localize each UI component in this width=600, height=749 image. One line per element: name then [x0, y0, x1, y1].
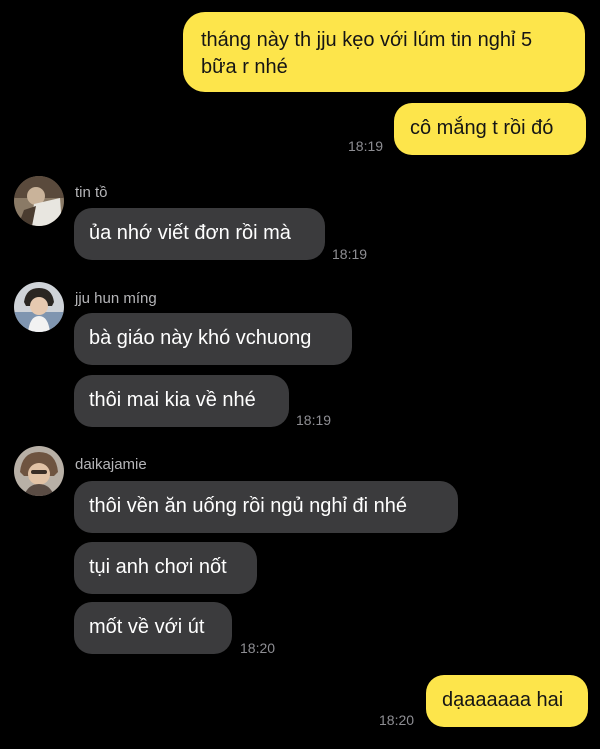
avatar[interactable] [14, 176, 64, 226]
incoming-message-bubble[interactable]: thôi mai kia về nhé [74, 375, 289, 427]
message-text: thôi vền ăn uống rồi ngủ nghỉ đi nhé [89, 495, 408, 517]
outgoing-message-bubble[interactable]: cô mắng t rồi đó [394, 103, 586, 155]
message-text: ủa nhớ viết đơn rồi mà [89, 222, 291, 244]
message-timestamp: 18:20 [379, 712, 415, 728]
message-text: bà giáo này khó vchuong [89, 327, 312, 349]
incoming-message-bubble[interactable]: thôi vền ăn uống rồi ngủ nghỉ đi nhé [74, 481, 458, 533]
message-text: thôi mai kia về nhé [89, 389, 256, 411]
message-text-line-1: tháng này th jju kẹo với lúm tin nghỉ 5 [201, 29, 533, 51]
outgoing-message-bubble[interactable]: dạaaaaaa hai [426, 675, 588, 727]
outgoing-message-bubble[interactable]: tháng này th jju kẹo với lúm tin nghỉ 5 … [183, 12, 585, 92]
incoming-message-bubble[interactable]: bà giáo này khó vchuong [74, 313, 352, 365]
message-timestamp: 18:19 [348, 138, 384, 154]
message-timestamp: 18:19 [332, 246, 368, 262]
user-avatar-icon [14, 282, 64, 332]
message-timestamp: 18:19 [296, 412, 332, 428]
sender-name: jju hun míng [75, 290, 157, 307]
incoming-message-bubble[interactable]: ủa nhớ viết đơn rồi mà [74, 208, 325, 260]
message-text: tụi anh chơi nốt [89, 556, 227, 578]
message-text: mốt về với út [89, 616, 205, 638]
avatar[interactable] [14, 282, 64, 332]
message-text-line-2: bữa r nhé [201, 56, 288, 78]
sender-name: tin tồ [75, 184, 108, 201]
incoming-message-bubble[interactable]: tụi anh chơi nốt [74, 542, 257, 594]
incoming-message-bubble[interactable]: mốt về với út [74, 602, 232, 654]
message-timestamp: 18:20 [240, 640, 276, 656]
avatar[interactable] [14, 446, 64, 496]
user-avatar-icon [14, 176, 64, 226]
message-text: cô mắng t rồi đó [410, 117, 554, 139]
user-avatar-icon [14, 446, 64, 496]
message-text: dạaaaaaa hai [442, 689, 564, 711]
sender-name: daikajamie [75, 456, 147, 473]
